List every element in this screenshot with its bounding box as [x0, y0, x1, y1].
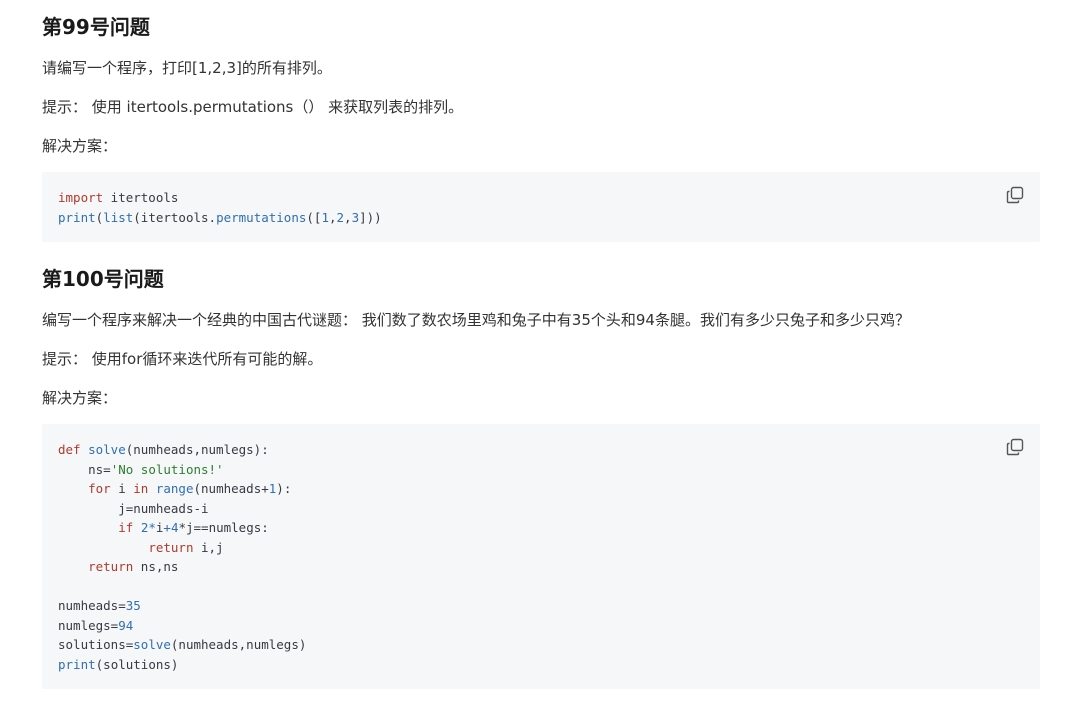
- code-token: def: [58, 442, 81, 457]
- q100-code-block: def solve(numheads,numlegs): ns='No solu…: [42, 424, 1040, 689]
- code-token: print: [58, 209, 96, 225]
- code-token: 35: [125, 598, 141, 613]
- code-token: return: [88, 559, 134, 574]
- code-token: i,j: [193, 539, 224, 555]
- q99-code-block: import itertools print(list(itertools.pe…: [42, 172, 1040, 242]
- code-token: ([: [306, 209, 322, 225]
- q99-hint: 提示： 使用 itertools.permutations（） 来获取列表的排列…: [42, 98, 464, 116]
- code-token: ns=: [88, 461, 111, 477]
- code-token: print: [58, 656, 96, 672]
- code-token: numheads=: [58, 598, 126, 613]
- code-token: import: [58, 190, 104, 205]
- code-token: range: [155, 481, 194, 496]
- code-token: in: [133, 481, 149, 496]
- code-token: ):: [276, 481, 292, 496]
- code-token: return: [148, 539, 194, 555]
- code-token: ])): [359, 209, 382, 225]
- code-token: i: [110, 481, 134, 496]
- code-token: (numheads+: [193, 481, 269, 496]
- code-token: (numheads,numlegs):: [125, 442, 269, 457]
- code-token: itertools: [103, 190, 179, 205]
- code-token: (itertools.: [133, 209, 217, 225]
- q100-question: 编写一个程序来解决一个经典的中国古代谜题： 我们数了数农场里鸡和兔子中有35个头…: [42, 311, 910, 329]
- q99-code: import itertools print(list(itertools.pe…: [58, 190, 382, 225]
- copy-icon[interactable]: [1006, 186, 1024, 204]
- q100-hint: 提示： 使用for循环来迭代所有可能的解。: [42, 350, 323, 368]
- code-token: list: [103, 209, 134, 225]
- q99-question: 请编写一个程序，打印[1,2,3]的所有排列。: [42, 59, 332, 77]
- q100-solution-label: 解决方案：: [42, 389, 118, 407]
- code-token: permutations: [216, 209, 307, 225]
- code-token: solve: [88, 442, 126, 457]
- code-token: ns,ns: [133, 559, 179, 574]
- code-token: solutions=: [58, 637, 134, 652]
- code-token: if: [118, 520, 134, 535]
- q100-title: 第100号问题: [42, 267, 164, 291]
- q100-code: def solve(numheads,numlegs): ns='No solu…: [58, 442, 307, 672]
- code-token: for: [88, 481, 111, 496]
- code-token: solve: [133, 637, 171, 652]
- code-token: *j==numlegs:: [178, 520, 269, 535]
- code-token: 2: [336, 209, 345, 225]
- code-token: 'No solutions!': [110, 461, 224, 477]
- code-token: numlegs=: [58, 617, 119, 633]
- code-token: j=numheads-i: [118, 500, 209, 516]
- q99-solution-label: 解决方案：: [42, 137, 118, 155]
- code-token: 94: [118, 617, 134, 633]
- code-token: 1: [321, 209, 329, 225]
- copy-icon[interactable]: [1006, 438, 1024, 456]
- code-token: (numheads,numlegs): [170, 637, 307, 652]
- q99-title: 第99号问题: [42, 15, 150, 39]
- code-token: 3: [351, 209, 360, 225]
- code-token: (solutions): [95, 656, 179, 672]
